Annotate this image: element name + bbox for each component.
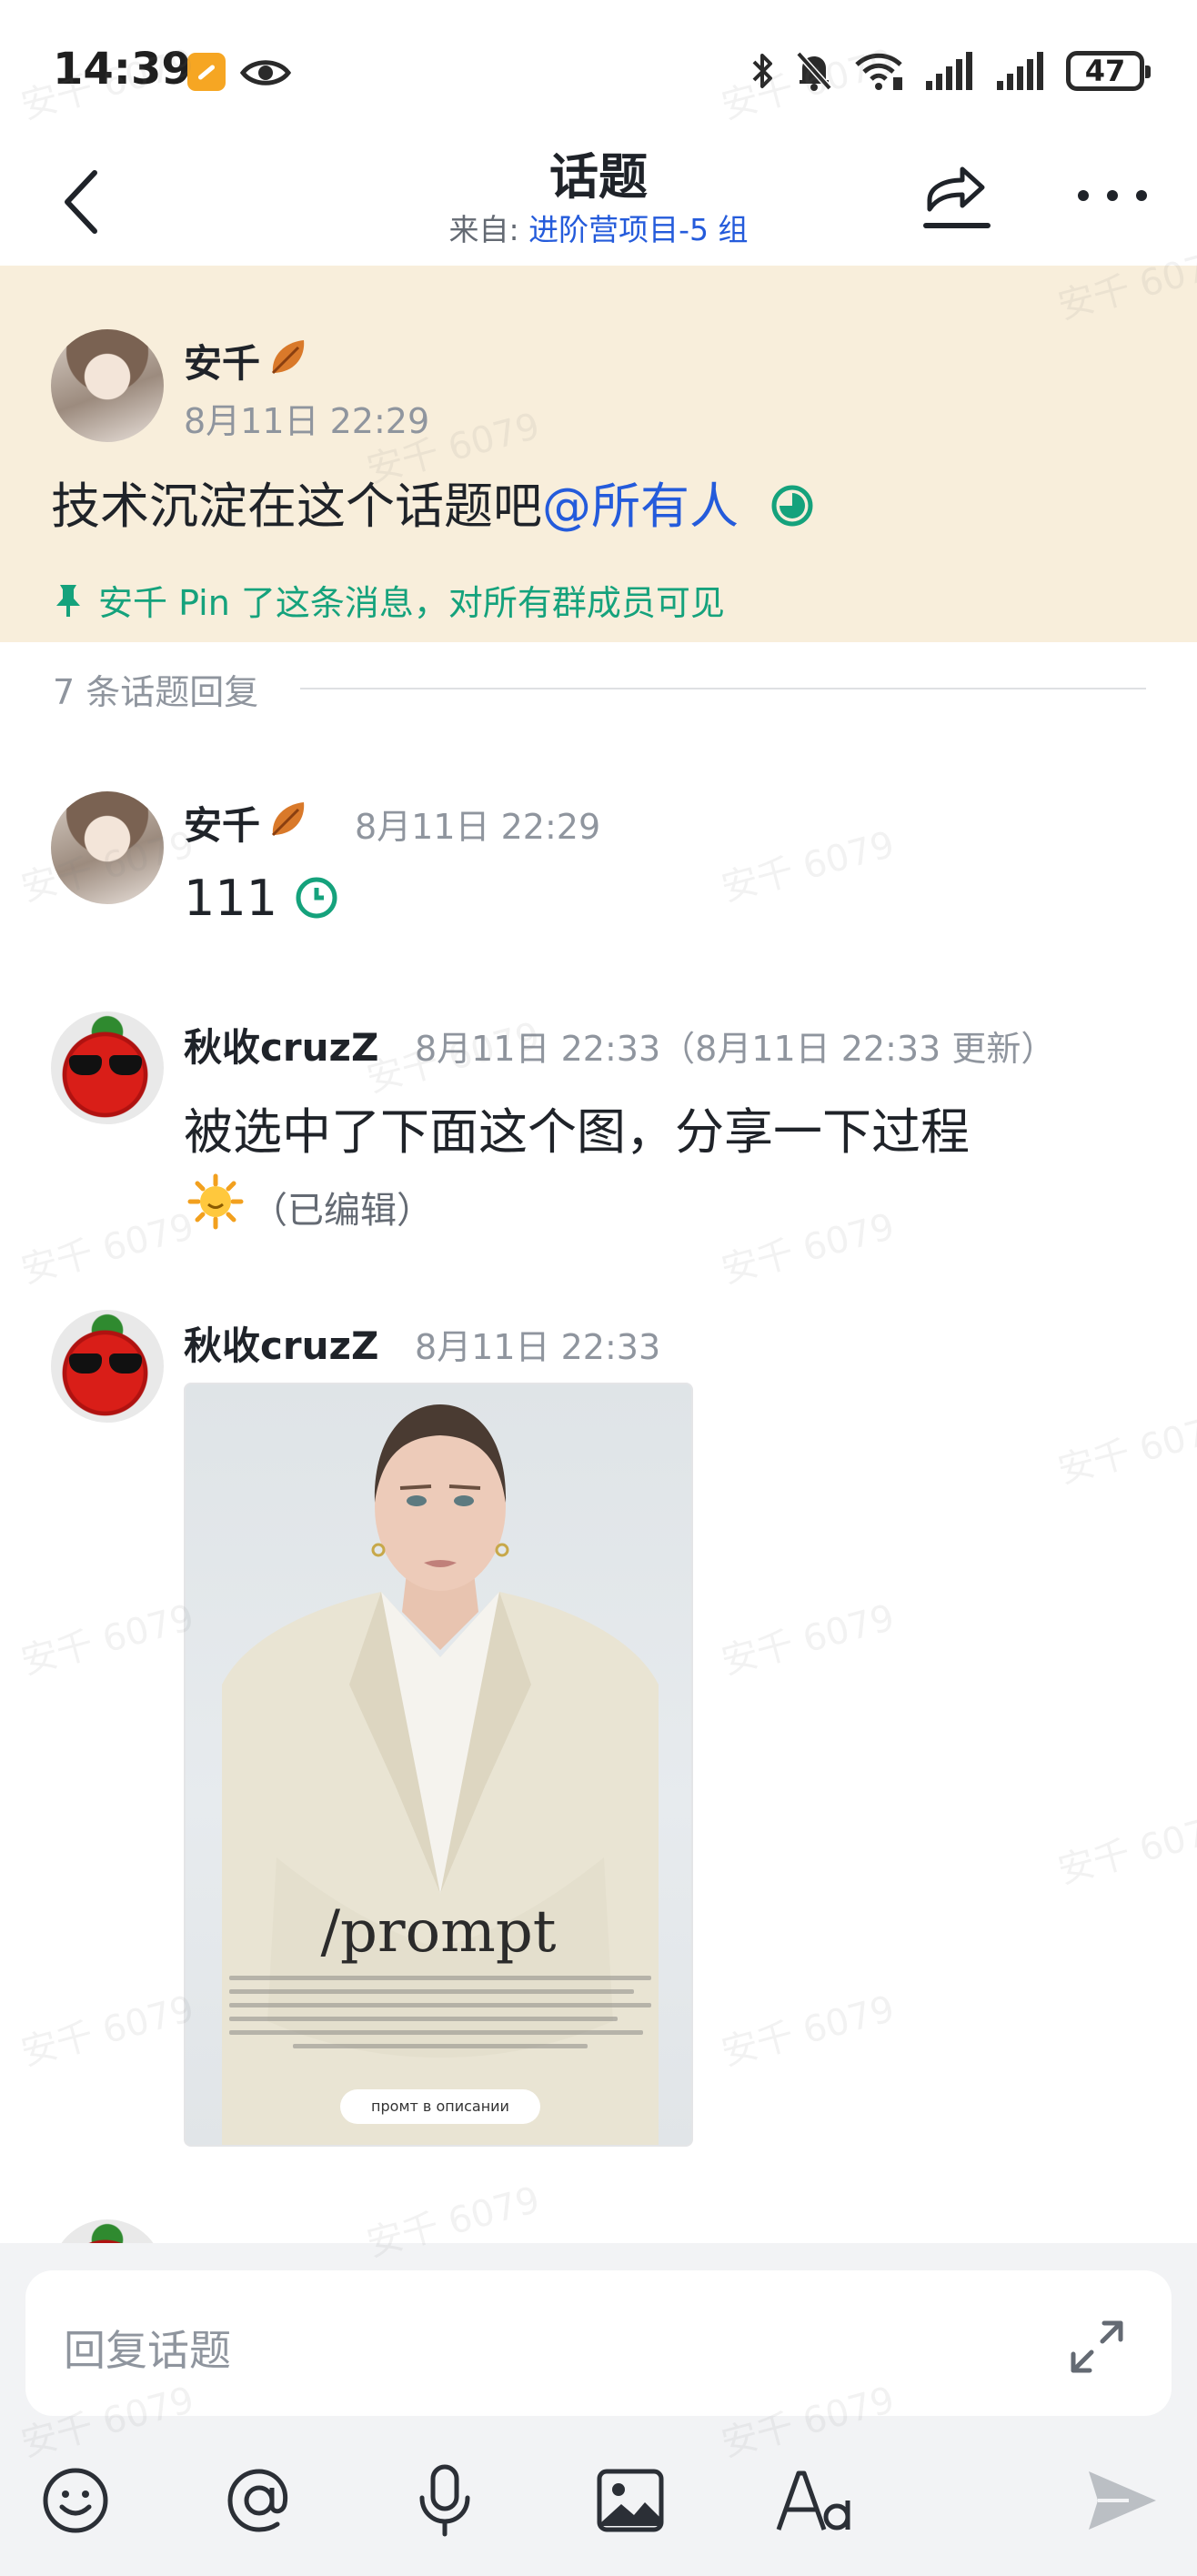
share-icon[interactable] — [920, 156, 993, 238]
message-text: 被选中了下面这个图，分享一下过程 — [184, 1103, 970, 1161]
pin-notice: 安千 Pin 了这条消息，对所有群成员可见 — [53, 575, 725, 625]
send-icon — [1089, 2471, 1156, 2530]
at-sign-icon — [227, 2469, 288, 2532]
status-bar: 14:39 47 — [0, 0, 1197, 136]
message-time: 8月11日 22:29 — [355, 807, 601, 847]
pin-note-text: 安千 Pin 了这条消息，对所有群成员可见 — [98, 583, 725, 623]
text-format-button[interactable] — [773, 2460, 855, 2541]
composer-panel: 回复话题 — [0, 2243, 1197, 2576]
autumn-leaf-emoji — [271, 802, 305, 837]
watermark: 安千 6079 — [1053, 1405, 1197, 1493]
status-icons: 47 — [751, 47, 1151, 95]
more-options-icon[interactable] — [1073, 177, 1152, 214]
author-name[interactable]: 安千 — [184, 333, 311, 388]
avatar[interactable] — [51, 329, 164, 442]
autumn-leaf-emoji — [271, 340, 305, 375]
watermark: 安千 6079 — [717, 1987, 900, 2075]
message-text: 技术沉淀在这个话题吧@所有人 — [51, 466, 815, 538]
pin-icon — [56, 584, 80, 617]
message-text: 111 — [184, 870, 339, 927]
read-status-icon — [771, 485, 813, 527]
image-button[interactable] — [589, 2460, 671, 2541]
signal-icon — [926, 52, 972, 90]
reply-input[interactable]: 回复话题 — [25, 2270, 1172, 2416]
avatar[interactable] — [51, 791, 164, 904]
notification-app-icon — [187, 53, 226, 91]
author-name[interactable]: 安千 — [184, 795, 311, 850]
watermark: 安千 6079 — [717, 1596, 900, 1684]
signal-icon-2 — [997, 52, 1043, 90]
source-group[interactable]: 来自: 进阶营项目-5 组 — [0, 206, 1197, 249]
watermark: 安千 6079 — [16, 1987, 199, 2075]
reply-placeholder: 回复话题 — [64, 2326, 231, 2375]
bluetooth-icon — [752, 54, 772, 88]
divider — [300, 688, 1146, 689]
sun-emoji — [187, 1173, 244, 1230]
watermark: 安千 6079 — [717, 823, 900, 911]
picture-icon — [597, 2469, 664, 2532]
image-caption: /prompt — [320, 1898, 557, 1966]
status-time: 14:39 — [53, 44, 192, 95]
topic-screen: 14:39 47 话题 来自: 进阶营项目-5 组 安千 8月11日 22:29… — [0, 0, 1197, 2576]
image-button: промт в описании — [340, 2089, 540, 2124]
mention-button[interactable] — [218, 2460, 300, 2541]
font-format-icon — [776, 2470, 850, 2531]
smiley-icon — [43, 2468, 108, 2533]
message-time: 8月11日 22:33（8月11日 22:33 更新） — [415, 1029, 1056, 1069]
edited-label: （已编辑） — [251, 1190, 433, 1232]
send-button[interactable] — [1081, 2460, 1162, 2541]
page-title: 话题 — [549, 148, 648, 206]
watermark: 安千 6079 — [16, 1205, 199, 1293]
watermark: 安千 6079 — [717, 1205, 900, 1293]
watermark: 安千 6079 — [1053, 1806, 1197, 1893]
battery-icon: 47 — [1066, 51, 1151, 91]
image-body-text-lines — [229, 1976, 651, 2058]
emoji-button[interactable] — [35, 2460, 116, 2541]
pinned-message[interactable]: 安千 8月11日 22:29 技术沉淀在这个话题吧@所有人 安千 Pin 了这条… — [0, 266, 1197, 642]
wifi-icon — [855, 53, 902, 90]
source-group-link[interactable]: 进阶营项目-5 组 — [528, 212, 748, 247]
replies-count: 7 条话题回复 — [53, 672, 259, 712]
eye-icon — [240, 60, 291, 86]
expand-icon[interactable] — [1064, 2314, 1130, 2380]
avatar[interactable] — [51, 1011, 164, 1124]
image-attachment[interactable]: /prompt промт в описании — [184, 1383, 693, 2147]
mention-all[interactable]: @所有人 — [542, 478, 739, 535]
partial-next-reply — [0, 2219, 1197, 2243]
source-prefix: 来自: — [448, 212, 529, 247]
message-time: 8月11日 22:33 — [415, 1327, 661, 1367]
mute-bell-icon — [796, 51, 832, 91]
message-time: 8月11日 22:29 — [184, 401, 430, 441]
nav-bar: 话题 来自: 进阶营项目-5 组 — [0, 136, 1197, 266]
author-name[interactable]: 秋收cruzZ — [184, 1315, 378, 1371]
microphone-icon — [419, 2464, 470, 2537]
avatar — [51, 2219, 164, 2243]
voice-button[interactable] — [404, 2460, 486, 2541]
avatar[interactable] — [51, 1310, 164, 1423]
read-status-icon — [296, 877, 337, 919]
author-name[interactable]: 秋收cruzZ — [184, 1017, 378, 1072]
watermark: 安千 6079 — [16, 1596, 199, 1684]
composer-toolbar — [0, 2460, 1197, 2551]
